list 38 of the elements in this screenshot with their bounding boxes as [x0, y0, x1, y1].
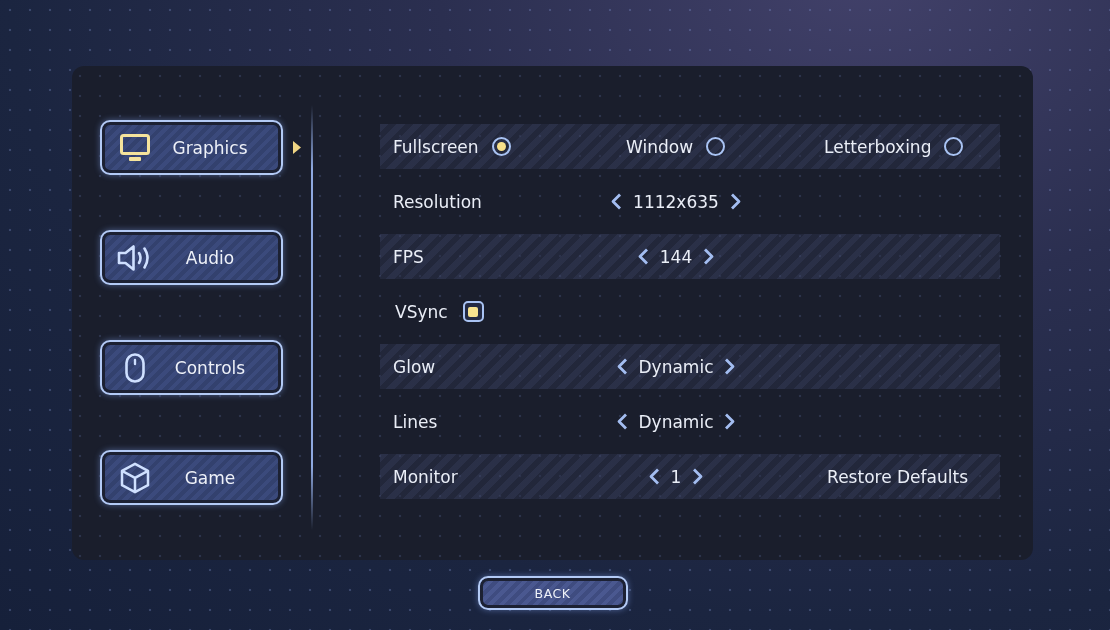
chevron-right-icon[interactable] — [724, 413, 736, 430]
option-label: Window — [626, 136, 694, 157]
chevron-right-icon[interactable] — [724, 358, 736, 375]
chevron-left-icon[interactable] — [616, 358, 628, 375]
setting-label: VSync — [395, 301, 448, 322]
pointer-triangle-icon — [293, 141, 301, 154]
category-tab[interactable]: Game — [100, 450, 283, 505]
cube-icon — [120, 461, 150, 494]
setting-label: Resolution — [393, 191, 482, 212]
option-label: Letterboxing — [824, 136, 932, 157]
setting-value: Dynamic — [638, 356, 714, 377]
radio-button[interactable] — [944, 137, 964, 156]
chevron-left-icon[interactable] — [648, 468, 660, 485]
chevron-left-icon[interactable] — [637, 248, 649, 265]
chevron-right-icon[interactable] — [692, 468, 704, 485]
chevron-right-icon[interactable] — [729, 193, 741, 210]
setting-value: 144 — [659, 246, 693, 267]
option-label: Fullscreen — [393, 136, 479, 157]
chevron-right-icon[interactable] — [703, 248, 715, 265]
setting-label: Glow — [393, 356, 436, 377]
checkbox[interactable] — [462, 301, 484, 322]
setting-value: Dynamic — [638, 411, 714, 432]
monitor-icon — [120, 134, 150, 161]
setting-label: FPS — [393, 246, 424, 267]
restore-defaults-button[interactable]: Restore Defaults — [827, 466, 968, 487]
chevron-left-icon[interactable] — [616, 413, 628, 430]
setting-label: Lines — [393, 411, 438, 432]
chevron-left-icon[interactable] — [611, 193, 623, 210]
category-tab[interactable]: Controls — [100, 340, 283, 395]
setting-value: 1 — [670, 466, 682, 487]
radio-button[interactable] — [706, 137, 726, 156]
category-tab[interactable]: Audio — [100, 230, 283, 285]
category-tab[interactable]: Graphics — [100, 120, 283, 175]
back-button[interactable]: BACK — [477, 576, 628, 610]
setting-label: Monitor — [393, 466, 458, 487]
setting-value: 1112x635 — [633, 191, 719, 212]
radio-button[interactable] — [491, 137, 511, 156]
mouse-icon — [125, 352, 145, 383]
